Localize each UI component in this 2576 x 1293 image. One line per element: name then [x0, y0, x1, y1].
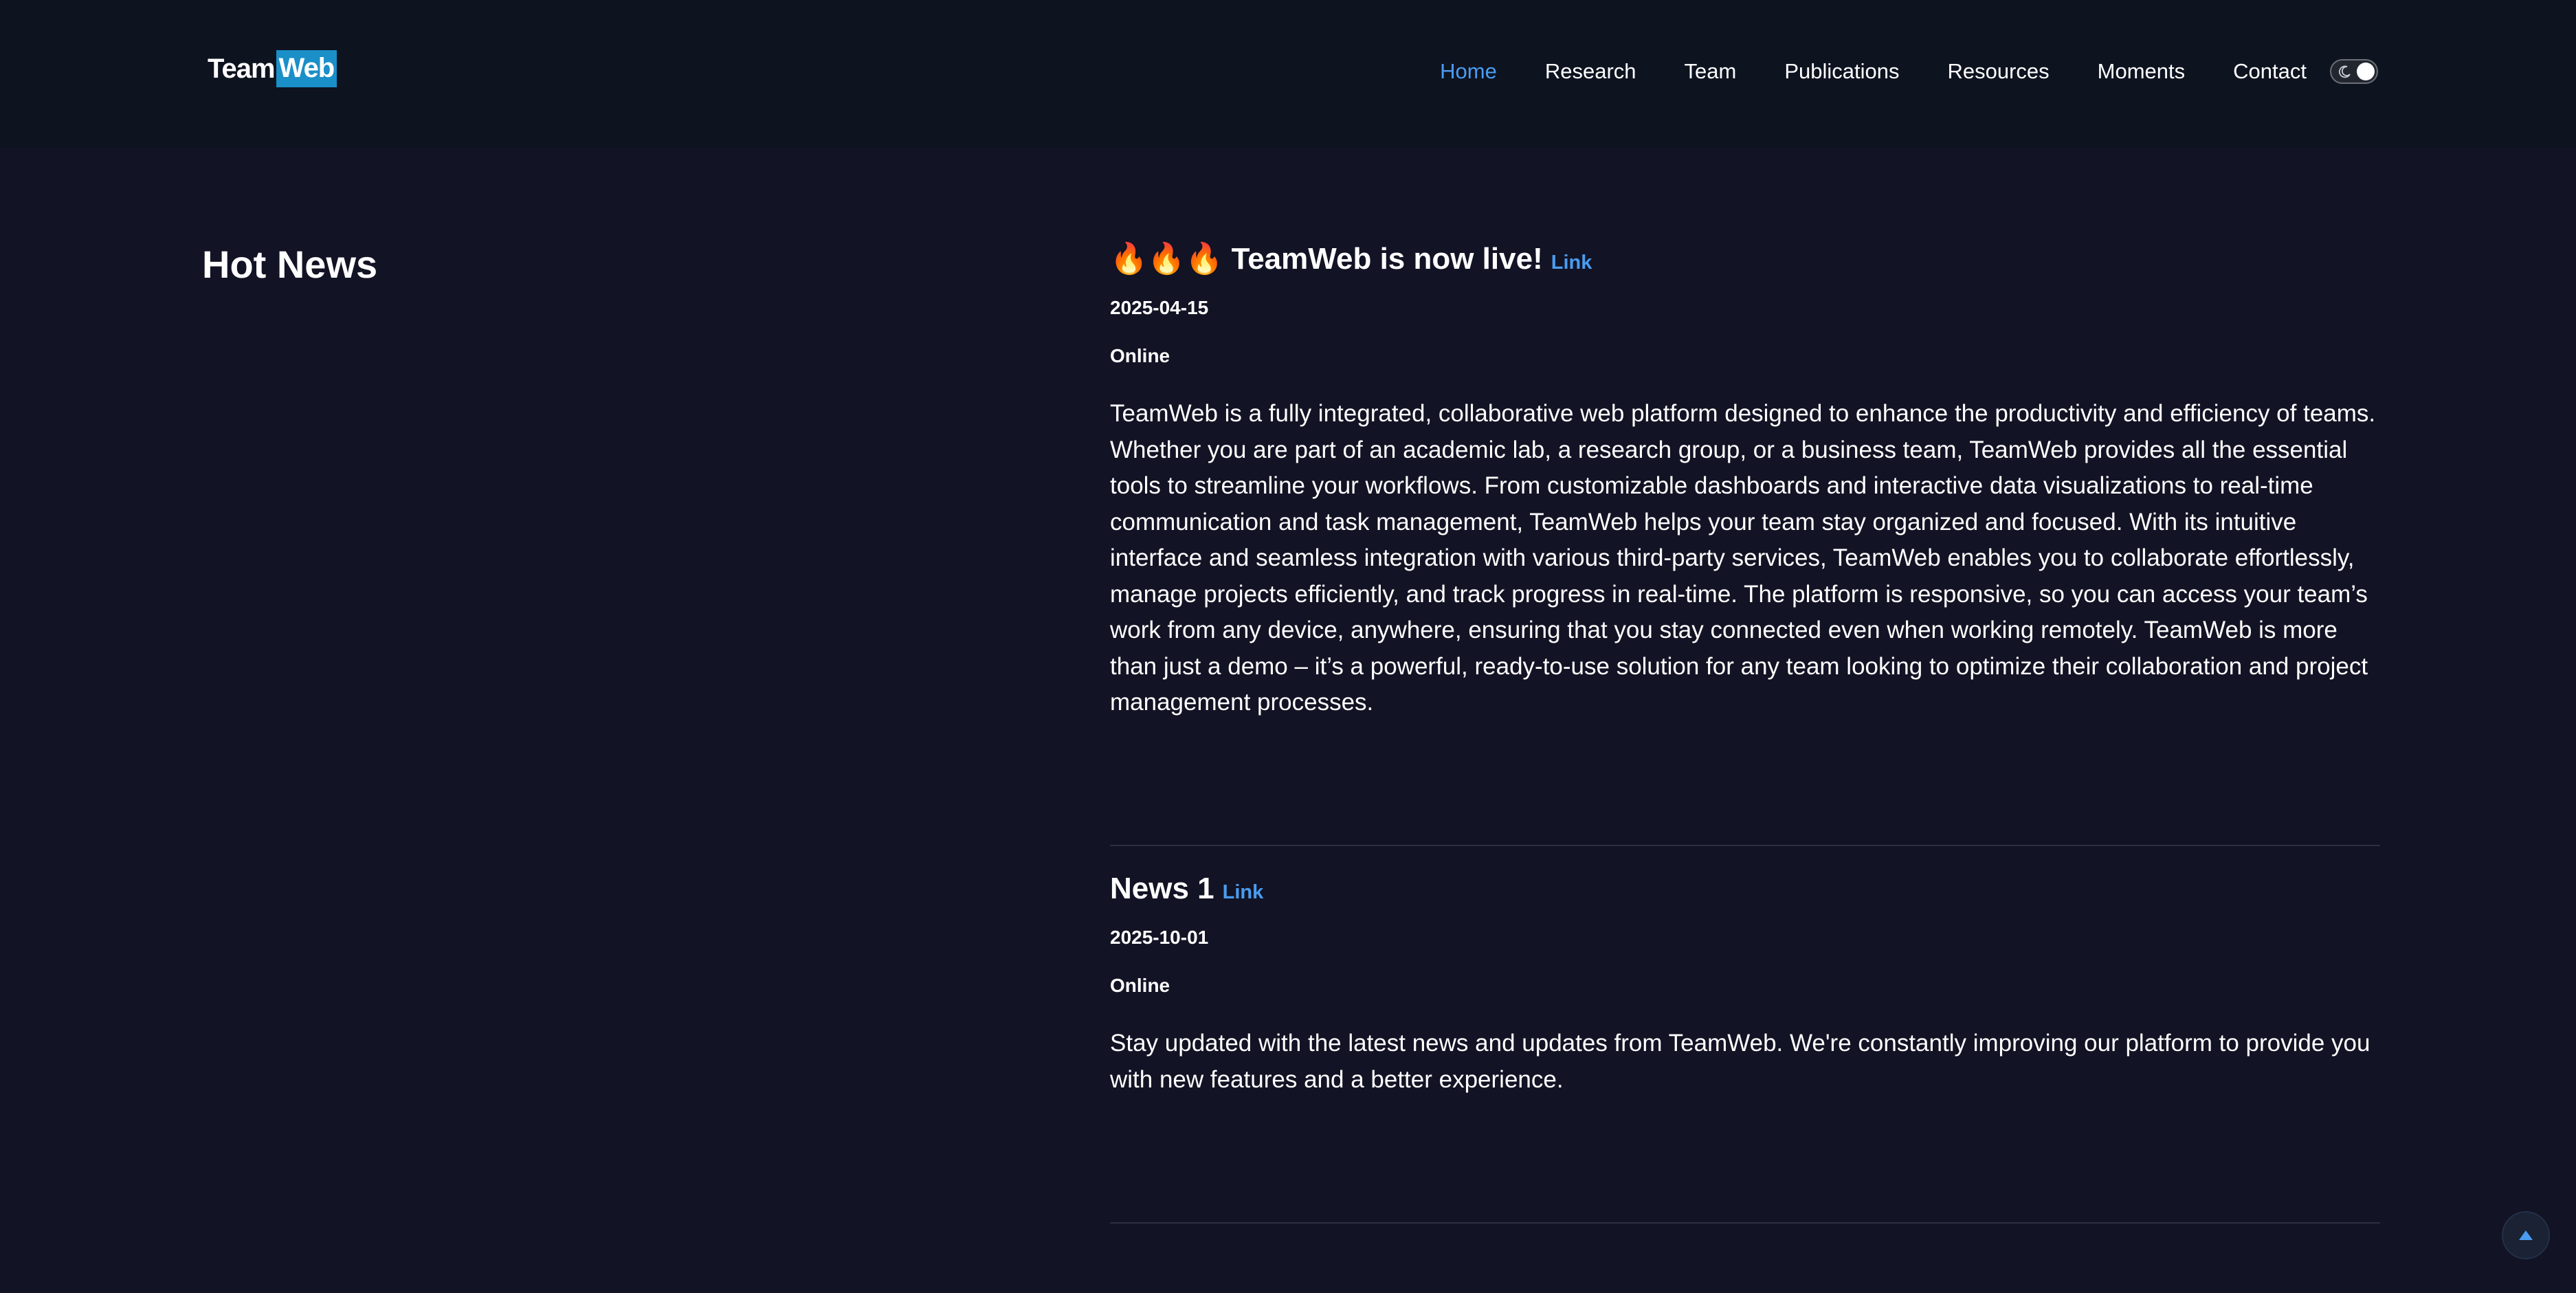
brand-name-part2: Web: [276, 50, 337, 87]
nav-item-resources[interactable]: Resources: [1947, 59, 2049, 84]
news-venue: Online: [1110, 345, 1170, 366]
news-body: TeamWeb is a fully integrated, collabora…: [1110, 400, 2376, 716]
main-nav: Home Research Team Publications Resource…: [1392, 54, 2378, 89]
brand-name-part1: Team: [208, 53, 276, 84]
nav-item-research[interactable]: Research: [1545, 59, 1636, 84]
toggle-knob: [2357, 63, 2375, 80]
theme-toggle[interactable]: [2330, 59, 2378, 84]
news-item: 🔥🔥🔥 TeamWeb is now live! Link 2025-04-15…: [1110, 241, 2380, 721]
news-title: News 1: [1110, 872, 1214, 905]
brand-logo[interactable]: Team Web: [208, 50, 337, 87]
nav-item-moments[interactable]: Moments: [2098, 59, 2185, 84]
news-link[interactable]: Link: [1551, 252, 1592, 274]
nav-item-home[interactable]: Home: [1440, 59, 1497, 84]
news-date: 2025-10-01: [1110, 927, 1209, 948]
news-body: Stay updated with the latest news and up…: [1110, 1030, 2370, 1093]
nav-item-team[interactable]: Team: [1685, 59, 1737, 84]
arrow-up-icon: [2519, 1230, 2533, 1240]
section-title: Hot News: [202, 243, 378, 286]
news-header: News 1 Link: [1110, 872, 2380, 906]
moon-icon: [2338, 65, 2351, 78]
news-header: 🔥🔥🔥 TeamWeb is now live! Link: [1110, 241, 2380, 276]
news-date: 2025-04-15: [1110, 297, 1209, 318]
nav-item-publications[interactable]: Publications: [1784, 59, 1899, 84]
news-divider: [1110, 845, 2380, 846]
news-venue: Online: [1110, 975, 1170, 996]
nav-item-contact[interactable]: Contact: [2233, 59, 2307, 84]
news-divider: [1110, 1222, 2380, 1224]
news-link[interactable]: Link: [1223, 881, 1264, 904]
news-title: 🔥🔥🔥 TeamWeb is now live!: [1110, 242, 1543, 276]
news-item: News 1 Link 2025-10-01 Online Stay updat…: [1110, 872, 2380, 1098]
top-navbar: Team Web Home Research Team Publications …: [0, 0, 2576, 148]
back-to-top-button[interactable]: [2502, 1211, 2550, 1259]
